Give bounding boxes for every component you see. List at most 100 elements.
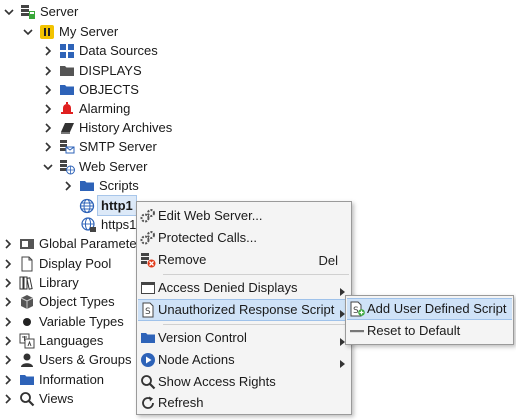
- tree-item-library[interactable]: Library: [2, 273, 79, 292]
- tree-item-object-types[interactable]: Object Types: [2, 292, 115, 311]
- menu-item-label: Refresh: [158, 395, 204, 410]
- tree-item-label: Library: [39, 275, 79, 290]
- tree-item-label: Users & Groups: [39, 352, 132, 367]
- tree-item-https1[interactable]: https1: [81, 215, 136, 234]
- magnifier-icon: [19, 391, 35, 407]
- menu-item-label: Show Access Rights: [158, 374, 276, 389]
- gears-icon: [140, 208, 156, 224]
- tree-item-label: OBJECTS: [79, 82, 139, 97]
- tree-item-smtp-server[interactable]: SMTP Server: [42, 137, 157, 156]
- my-server-icon: [39, 24, 55, 40]
- tree-item-history-archives[interactable]: History Archives: [42, 118, 172, 137]
- chevron-right-icon[interactable]: [2, 254, 14, 273]
- chevron-down-icon[interactable]: [22, 22, 34, 41]
- folder-blue-icon: [140, 330, 156, 346]
- play-icon: [140, 352, 156, 368]
- chevron-right-icon[interactable]: [2, 273, 14, 292]
- menu-item-label: Unauthorized Response Script: [158, 302, 335, 317]
- menu-item-protected-calls[interactable]: Protected Calls...: [138, 227, 350, 249]
- tree-item-views[interactable]: Views: [2, 389, 73, 408]
- menu-item-show-access-rights[interactable]: Show Access Rights: [138, 371, 350, 393]
- tree-item-label: Views: [39, 391, 74, 406]
- globe-icon: [79, 198, 95, 214]
- submenu-arrow-icon: [340, 356, 346, 371]
- chevron-right-icon[interactable]: [2, 389, 14, 408]
- script-icon: S: [140, 302, 156, 318]
- tree-item-data-sources[interactable]: Data Sources: [42, 41, 158, 60]
- remove-server-icon: [140, 252, 156, 268]
- globe-lock-icon: [81, 216, 97, 233]
- tree-item-label: Variable Types: [39, 314, 124, 329]
- cube-icon: [19, 294, 35, 310]
- menu-item-label: Remove: [158, 252, 207, 267]
- web-server-icon: [59, 159, 75, 175]
- chevron-right-icon[interactable]: [42, 137, 54, 156]
- tree-item-alarming[interactable]: Alarming: [42, 99, 130, 118]
- tree-item-scripts[interactable]: Scripts: [62, 176, 139, 195]
- languages-icon: [19, 333, 35, 349]
- chevron-down-icon[interactable]: [3, 2, 15, 21]
- global-params-icon: [19, 236, 35, 252]
- folder-blue-icon: [79, 178, 95, 194]
- menu-item-label: Version Control: [158, 330, 247, 345]
- chevron-right-icon[interactable]: [2, 292, 14, 311]
- tree-item-label: Web Server: [79, 159, 148, 174]
- menu-item-edit-web-server[interactable]: Edit Web Server...: [138, 205, 350, 227]
- tree-item-label: History Archives: [79, 120, 173, 135]
- submenu-item-add-user-defined-script[interactable]: S Add User Defined Script: [347, 298, 512, 320]
- smtp-server-icon: [59, 139, 75, 155]
- chevron-right-icon[interactable]: [42, 99, 54, 118]
- menu-item-unauthorized-response-script[interactable]: S Unauthorized Response Script: [138, 299, 350, 321]
- chevron-right-icon[interactable]: [2, 312, 14, 331]
- chevron-right-icon[interactable]: [42, 80, 54, 99]
- tree-item-label: SMTP Server: [79, 139, 157, 154]
- window-icon: [140, 280, 156, 296]
- menu-item-access-denied-displays[interactable]: Access Denied Displays: [138, 277, 350, 299]
- chevron-right-icon[interactable]: [42, 61, 54, 80]
- refresh-icon: [140, 395, 156, 411]
- chevron-right-icon[interactable]: [2, 234, 14, 253]
- chevron-right-icon[interactable]: [42, 41, 54, 60]
- submenu-item-reset-to-default[interactable]: Reset to Default: [347, 320, 512, 342]
- chevron-right-icon[interactable]: [2, 350, 14, 369]
- tree-item-global-parameters[interactable]: Global Parameters: [2, 234, 147, 253]
- book-icon: [59, 120, 75, 136]
- tree-item-display-pool[interactable]: Display Pool: [2, 254, 111, 273]
- folder-gray-icon: [59, 63, 75, 79]
- chevron-right-icon[interactable]: [62, 176, 74, 195]
- tree-item-my-server[interactable]: My Server: [22, 22, 118, 41]
- menu-item-label: Reset to Default: [367, 323, 461, 338]
- tree-item-objects[interactable]: OBJECTS: [42, 80, 139, 99]
- menu-item-label: Node Actions: [158, 352, 235, 367]
- tree-item-label: https1: [101, 217, 137, 232]
- context-menu: Edit Web Server... Protected Calls... Re…: [136, 201, 352, 415]
- tree-item-server[interactable]: Server: [3, 2, 78, 21]
- folder-blue-icon: [59, 82, 75, 98]
- menu-item-remove[interactable]: Remove Del: [138, 249, 350, 271]
- user-icon: [19, 352, 35, 368]
- chevron-right-icon[interactable]: [42, 118, 54, 137]
- folder-blue-icon: [19, 372, 35, 388]
- tree-item-label: Server: [40, 4, 79, 19]
- svg-text:S: S: [145, 307, 151, 317]
- tree-item-web-server[interactable]: Web Server: [42, 157, 147, 176]
- tree-item-languages[interactable]: Languages: [2, 331, 103, 350]
- chevron-down-icon[interactable]: [42, 157, 54, 176]
- tree-item-information[interactable]: Information: [2, 370, 104, 389]
- tree-item-label: http1: [97, 195, 137, 216]
- menu-item-node-actions[interactable]: Node Actions: [138, 349, 350, 371]
- tree-item-variable-types[interactable]: Variable Types: [2, 312, 124, 331]
- chevron-right-icon[interactable]: [2, 370, 14, 389]
- tree-item-label: DISPLAYS: [79, 63, 142, 78]
- gears-icon: [140, 230, 156, 246]
- chevron-right-icon[interactable]: [2, 331, 14, 350]
- tree-item-http1[interactable]: http1: [79, 195, 137, 216]
- submenu: S Add User Defined Script Reset to Defau…: [345, 295, 514, 345]
- tree-item-displays[interactable]: DISPLAYS: [42, 61, 142, 80]
- menu-item-refresh[interactable]: Refresh: [138, 392, 350, 414]
- tree-item-label: Object Types: [39, 294, 115, 309]
- menu-separator: [163, 324, 349, 325]
- tree-item-users-groups[interactable]: Users & Groups: [2, 350, 131, 369]
- menu-item-version-control[interactable]: Version Control: [138, 327, 350, 349]
- tree-item-label: Data Sources: [79, 43, 158, 58]
